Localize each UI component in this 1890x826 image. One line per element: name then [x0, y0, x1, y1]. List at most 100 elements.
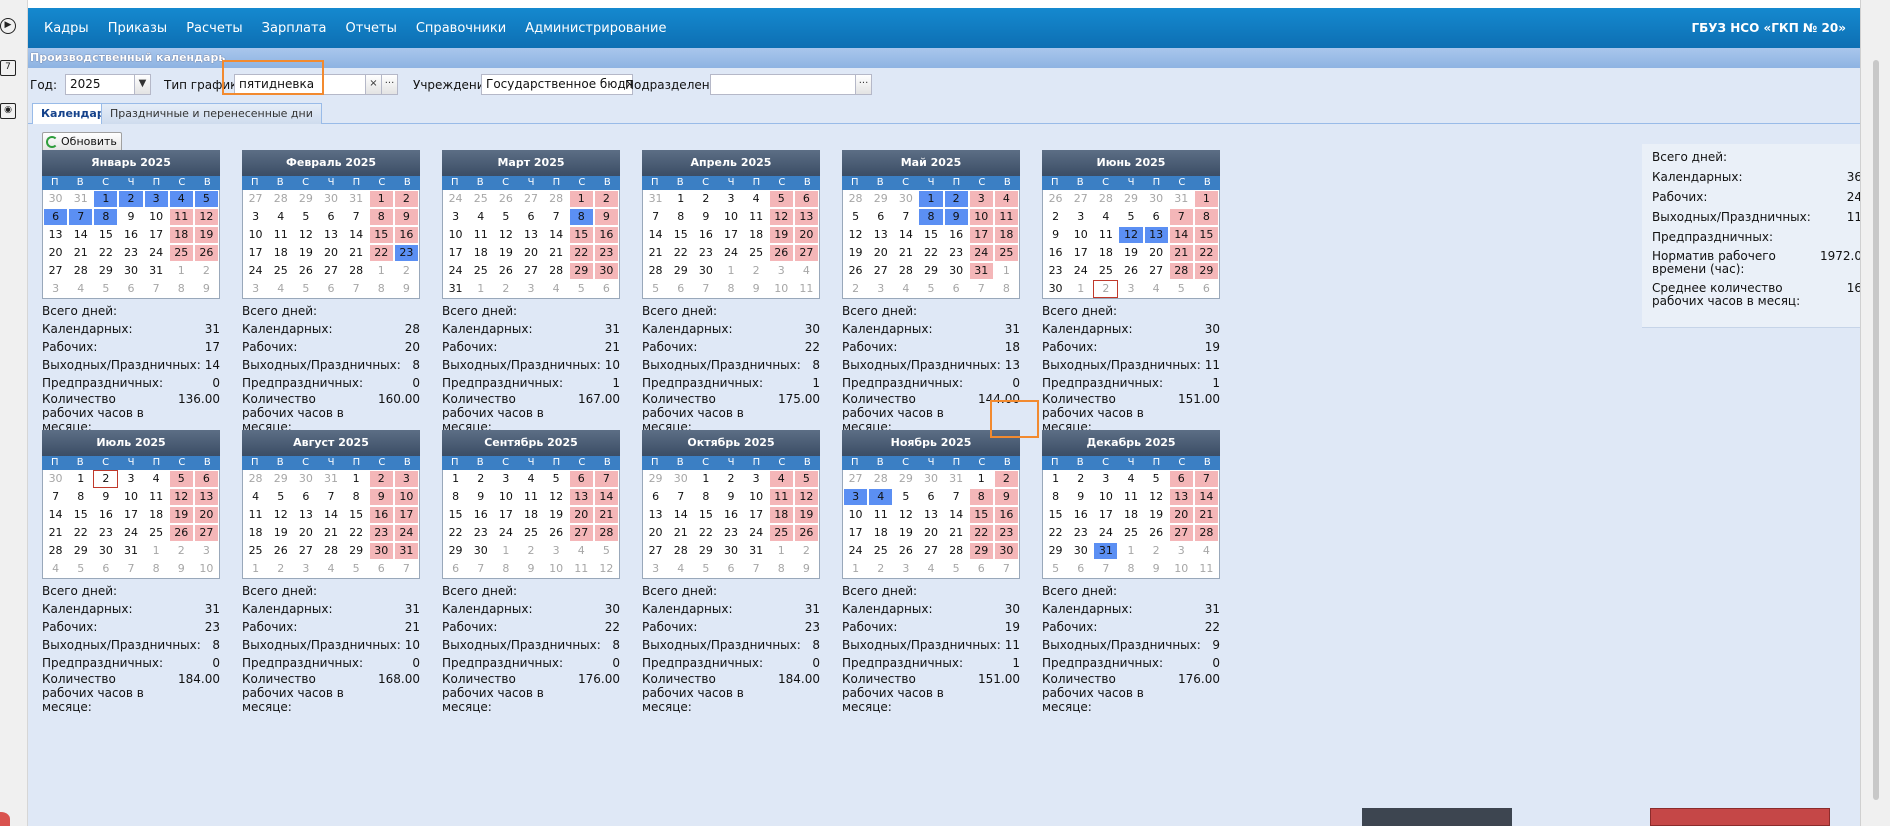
calendar-day[interactable]: 9	[1143, 560, 1169, 578]
calendar-day[interactable]: 27	[518, 262, 544, 280]
calendar-day[interactable]: 1	[1068, 280, 1094, 298]
calendar-day[interactable]: 5	[193, 190, 219, 208]
calendar-day[interactable]: 9	[168, 560, 194, 578]
calendar-day[interactable]: 8	[568, 208, 594, 226]
calendar-day[interactable]: 30	[893, 190, 919, 208]
calendar-day[interactable]: 28	[843, 190, 869, 208]
calendar-day[interactable]: 1	[668, 190, 694, 208]
calendar-day[interactable]: 13	[568, 488, 594, 506]
tab-holidays[interactable]: Праздничные и перенесенные дни	[101, 103, 322, 124]
calendar-day[interactable]: 16	[93, 506, 119, 524]
calendar-day[interactable]: 16	[368, 506, 394, 524]
calendar-day[interactable]: 17	[743, 506, 769, 524]
calendar-day[interactable]: 28	[318, 542, 344, 560]
calendar-day[interactable]: 21	[1168, 244, 1194, 262]
calendar-day[interactable]: 29	[568, 262, 594, 280]
calendar-day[interactable]: 26	[1143, 524, 1169, 542]
calendar-day[interactable]: 13	[1143, 226, 1169, 244]
calendar-day[interactable]: 2	[93, 470, 119, 488]
calendar-day[interactable]: 9	[693, 208, 719, 226]
calendar-day[interactable]: 29	[668, 262, 694, 280]
calendar-day[interactable]: 29	[93, 262, 119, 280]
division-select-button[interactable]: ···	[855, 74, 872, 95]
calendar-day[interactable]: 24	[1068, 262, 1094, 280]
calendar-day[interactable]: 15	[668, 226, 694, 244]
calendar-day[interactable]: 12	[1143, 488, 1169, 506]
calendar-day[interactable]: 17	[843, 524, 869, 542]
calendar-day[interactable]: 2	[268, 560, 294, 578]
calendar-day[interactable]: 2	[868, 560, 894, 578]
calendar-day[interactable]: 15	[1043, 506, 1069, 524]
calendar-day[interactable]: 23	[993, 524, 1019, 542]
calendar-day[interactable]: 28	[243, 470, 269, 488]
calendar-day[interactable]: 7	[343, 208, 369, 226]
calendar-day[interactable]: 20	[1168, 506, 1194, 524]
calendar-day[interactable]: 6	[968, 560, 994, 578]
calendar-day[interactable]: 9	[743, 280, 769, 298]
calendar-day[interactable]: 6	[118, 280, 144, 298]
calendar-day[interactable]: 28	[893, 262, 919, 280]
calendar-day[interactable]: 12	[593, 560, 619, 578]
calendar-day[interactable]: 7	[943, 488, 969, 506]
schedule-type-input[interactable]: пятидневка	[234, 74, 366, 95]
calendar-day[interactable]: 11	[743, 208, 769, 226]
calendar-day[interactable]: 25	[468, 262, 494, 280]
calendar-day[interactable]: 6	[668, 280, 694, 298]
calendar-day[interactable]: 3	[1118, 280, 1144, 298]
calendar-day[interactable]: 3	[493, 470, 519, 488]
calendar-day[interactable]: 10	[118, 488, 144, 506]
calendar-day[interactable]: 5	[843, 208, 869, 226]
calendar-day[interactable]: 10	[768, 280, 794, 298]
calendar-day[interactable]: 22	[1043, 524, 1069, 542]
calendar-day[interactable]: 15	[693, 506, 719, 524]
calendar-day[interactable]: 20	[868, 244, 894, 262]
scrollbar-thumb[interactable]	[1873, 60, 1879, 800]
calendar-day[interactable]: 3	[743, 470, 769, 488]
calendar-day[interactable]: 3	[643, 560, 669, 578]
calendar-day[interactable]: 15	[918, 226, 944, 244]
calendar-day[interactable]: 1	[443, 470, 469, 488]
calendar-day[interactable]: 9	[468, 488, 494, 506]
calendar-day[interactable]: 2	[393, 262, 419, 280]
calendar-day[interactable]: 30	[468, 542, 494, 560]
calendar-day[interactable]: 4	[43, 560, 69, 578]
calendar-day[interactable]: 12	[168, 488, 194, 506]
calendar-day[interactable]: 23	[468, 524, 494, 542]
calendar-day[interactable]: 15	[568, 226, 594, 244]
calendar-day[interactable]: 21	[668, 524, 694, 542]
calendar-day[interactable]: 28	[668, 542, 694, 560]
calendar-day[interactable]: 1	[343, 470, 369, 488]
calendar-day[interactable]: 4	[668, 560, 694, 578]
calendar-day[interactable]: 23	[1068, 524, 1094, 542]
calendar-day[interactable]: 31	[968, 262, 994, 280]
calendar-day[interactable]: 24	[1093, 524, 1119, 542]
calendar-day[interactable]: 3	[543, 542, 569, 560]
calendar-day[interactable]: 25	[468, 190, 494, 208]
calendar-day[interactable]: 21	[1193, 506, 1219, 524]
calendar-day[interactable]: 2	[843, 280, 869, 298]
calendar-day[interactable]: 31	[143, 262, 169, 280]
calendar-day[interactable]: 31	[118, 542, 144, 560]
calendar-day[interactable]: 23	[368, 524, 394, 542]
calendar-day[interactable]: 5	[268, 488, 294, 506]
calendar-day[interactable]: 11	[143, 488, 169, 506]
calendar-day[interactable]: 7	[318, 488, 344, 506]
calendar-day[interactable]: 28	[543, 262, 569, 280]
calendar-day[interactable]: 23	[93, 524, 119, 542]
calendar-day[interactable]: 13	[868, 226, 894, 244]
calendar-day[interactable]: 28	[68, 262, 94, 280]
calendar-day[interactable]: 30	[993, 542, 1019, 560]
calendar-day[interactable]: 27	[193, 524, 219, 542]
calendar-day[interactable]: 4	[1143, 280, 1169, 298]
calendar-day[interactable]: 3	[393, 470, 419, 488]
calendar-day[interactable]: 4	[568, 542, 594, 560]
calendar-day[interactable]: 3	[518, 280, 544, 298]
calendar-day[interactable]: 3	[243, 280, 269, 298]
calendar-day[interactable]: 24	[443, 190, 469, 208]
menu-prikazy[interactable]: Приказы	[100, 21, 175, 36]
calendar-day[interactable]: 27	[918, 542, 944, 560]
calendar-day[interactable]: 16	[1043, 244, 1069, 262]
calendar-day[interactable]: 8	[443, 488, 469, 506]
calendar-day[interactable]: 6	[918, 488, 944, 506]
calendar-day[interactable]: 27	[1068, 190, 1094, 208]
